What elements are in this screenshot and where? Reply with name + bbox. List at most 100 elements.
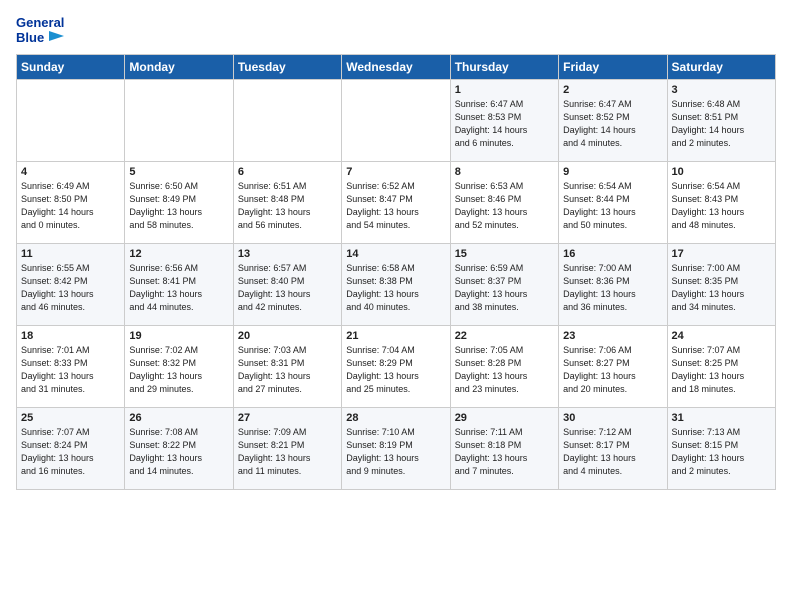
day-cell: 23 Sunrise: 7:06 AM Sunset: 8:27 PM Dayli… bbox=[559, 325, 667, 407]
day-info: Sunrise: 6:50 AM Sunset: 8:49 PM Dayligh… bbox=[129, 180, 228, 232]
day-number: 30 bbox=[563, 412, 662, 424]
day-number: 14 bbox=[346, 248, 445, 260]
week-row-1: 1 Sunrise: 6:47 AM Sunset: 8:53 PM Daylig… bbox=[17, 79, 776, 161]
day-cell: 2 Sunrise: 6:47 AM Sunset: 8:52 PM Daylig… bbox=[559, 79, 667, 161]
day-number: 11 bbox=[21, 248, 120, 260]
day-number: 5 bbox=[129, 166, 228, 178]
day-cell: 26Sunrise: 7:08 AM Sunset: 8:22 PM Dayli… bbox=[125, 407, 233, 489]
weekday-header-thursday: Thursday bbox=[450, 54, 558, 79]
day-number: 23 bbox=[563, 330, 662, 342]
logo-flag-icon bbox=[46, 31, 64, 45]
day-info: Sunrise: 7:03 AM Sunset: 8:31 PM Dayligh… bbox=[238, 344, 337, 396]
day-info: Sunrise: 6:58 AM Sunset: 8:38 PM Dayligh… bbox=[346, 262, 445, 314]
day-number: 12 bbox=[129, 248, 228, 260]
day-number: 3 bbox=[672, 84, 771, 96]
day-info: Sunrise: 7:04 AM Sunset: 8:29 PM Dayligh… bbox=[346, 344, 445, 396]
day-number: 2 bbox=[563, 84, 662, 96]
day-cell: 15 Sunrise: 6:59 AM Sunset: 8:37 PM Dayli… bbox=[450, 243, 558, 325]
day-cell: 21 Sunrise: 7:04 AM Sunset: 8:29 PM Dayli… bbox=[342, 325, 450, 407]
logo-graphic: General Blue bbox=[16, 16, 64, 46]
day-info: Sunrise: 7:05 AM Sunset: 8:28 PM Dayligh… bbox=[455, 344, 554, 396]
day-cell: 4Sunrise: 6:49 AM Sunset: 8:50 PM Daylig… bbox=[17, 161, 125, 243]
day-cell: 8Sunrise: 6:53 AM Sunset: 8:46 PM Daylig… bbox=[450, 161, 558, 243]
day-number: 21 bbox=[346, 330, 445, 342]
day-info: Sunrise: 7:13 AM Sunset: 8:15 PM Dayligh… bbox=[672, 426, 771, 478]
logo-text-general: General bbox=[16, 16, 64, 31]
day-number: 7 bbox=[346, 166, 445, 178]
day-cell: 31Sunrise: 7:13 AM Sunset: 8:15 PM Dayli… bbox=[667, 407, 775, 489]
day-cell: 27 Sunrise: 7:09 AM Sunset: 8:21 PM Dayli… bbox=[233, 407, 341, 489]
day-info: Sunrise: 6:52 AM Sunset: 8:47 PM Dayligh… bbox=[346, 180, 445, 232]
day-info: Sunrise: 7:10 AM Sunset: 8:19 PM Dayligh… bbox=[346, 426, 445, 478]
day-cell bbox=[342, 79, 450, 161]
day-info: Sunrise: 7:11 AM Sunset: 8:18 PM Dayligh… bbox=[455, 426, 554, 478]
day-cell: 17 Sunrise: 7:00 AM Sunset: 8:35 PM Dayli… bbox=[667, 243, 775, 325]
day-info: Sunrise: 6:54 AM Sunset: 8:43 PM Dayligh… bbox=[672, 180, 771, 232]
day-info: Sunrise: 6:48 AM Sunset: 8:51 PM Dayligh… bbox=[672, 98, 771, 150]
day-cell: 13 Sunrise: 6:57 AM Sunset: 8:40 PM Dayli… bbox=[233, 243, 341, 325]
day-info: Sunrise: 7:02 AM Sunset: 8:32 PM Dayligh… bbox=[129, 344, 228, 396]
day-number: 24 bbox=[672, 330, 771, 342]
weekday-header-sunday: Sunday bbox=[17, 54, 125, 79]
day-cell: 30 Sunrise: 7:12 AM Sunset: 8:17 PM Dayli… bbox=[559, 407, 667, 489]
day-number: 1 bbox=[455, 84, 554, 96]
day-info: Sunrise: 7:06 AM Sunset: 8:27 PM Dayligh… bbox=[563, 344, 662, 396]
day-cell: 10 Sunrise: 6:54 AM Sunset: 8:43 PM Dayli… bbox=[667, 161, 775, 243]
day-info: Sunrise: 7:01 AM Sunset: 8:33 PM Dayligh… bbox=[21, 344, 120, 396]
day-number: 17 bbox=[672, 248, 771, 260]
day-cell: 5 Sunrise: 6:50 AM Sunset: 8:49 PM Daylig… bbox=[125, 161, 233, 243]
day-info: Sunrise: 6:59 AM Sunset: 8:37 PM Dayligh… bbox=[455, 262, 554, 314]
day-number: 15 bbox=[455, 248, 554, 260]
day-info: Sunrise: 7:07 AM Sunset: 8:25 PM Dayligh… bbox=[672, 344, 771, 396]
day-cell: 1 Sunrise: 6:47 AM Sunset: 8:53 PM Daylig… bbox=[450, 79, 558, 161]
day-number: 29 bbox=[455, 412, 554, 424]
weekday-header-tuesday: Tuesday bbox=[233, 54, 341, 79]
day-info: Sunrise: 6:47 AM Sunset: 8:53 PM Dayligh… bbox=[455, 98, 554, 150]
day-info: Sunrise: 6:47 AM Sunset: 8:52 PM Dayligh… bbox=[563, 98, 662, 150]
day-info: Sunrise: 7:09 AM Sunset: 8:21 PM Dayligh… bbox=[238, 426, 337, 478]
day-cell bbox=[17, 79, 125, 161]
day-number: 18 bbox=[21, 330, 120, 342]
weekday-header-wednesday: Wednesday bbox=[342, 54, 450, 79]
week-row-5: 25 Sunrise: 7:07 AM Sunset: 8:24 PM Dayli… bbox=[17, 407, 776, 489]
day-cell: 14 Sunrise: 6:58 AM Sunset: 8:38 PM Dayli… bbox=[342, 243, 450, 325]
weekday-header-friday: Friday bbox=[559, 54, 667, 79]
day-info: Sunrise: 6:57 AM Sunset: 8:40 PM Dayligh… bbox=[238, 262, 337, 314]
day-number: 8 bbox=[455, 166, 554, 178]
day-number: 26 bbox=[129, 412, 228, 424]
day-info: Sunrise: 7:07 AM Sunset: 8:24 PM Dayligh… bbox=[21, 426, 120, 478]
day-number: 28 bbox=[346, 412, 445, 424]
day-number: 13 bbox=[238, 248, 337, 260]
calendar-container: General Blue SundayMondayTuesdayWednesda… bbox=[0, 0, 792, 500]
calendar-body: 1 Sunrise: 6:47 AM Sunset: 8:53 PM Daylig… bbox=[17, 79, 776, 489]
day-number: 9 bbox=[563, 166, 662, 178]
day-info: Sunrise: 6:55 AM Sunset: 8:42 PM Dayligh… bbox=[21, 262, 120, 314]
day-cell: 22Sunrise: 7:05 AM Sunset: 8:28 PM Dayli… bbox=[450, 325, 558, 407]
calendar-table: SundayMondayTuesdayWednesdayThursdayFrid… bbox=[16, 54, 776, 490]
header-row: General Blue bbox=[16, 16, 776, 46]
day-number: 10 bbox=[672, 166, 771, 178]
day-cell: 16Sunrise: 7:00 AM Sunset: 8:36 PM Dayli… bbox=[559, 243, 667, 325]
day-cell bbox=[233, 79, 341, 161]
day-cell: 3 Sunrise: 6:48 AM Sunset: 8:51 PM Daylig… bbox=[667, 79, 775, 161]
day-cell bbox=[125, 79, 233, 161]
day-number: 16 bbox=[563, 248, 662, 260]
day-cell: 20Sunrise: 7:03 AM Sunset: 8:31 PM Dayli… bbox=[233, 325, 341, 407]
day-cell: 9Sunrise: 6:54 AM Sunset: 8:44 PM Daylig… bbox=[559, 161, 667, 243]
day-number: 27 bbox=[238, 412, 337, 424]
logo: General Blue bbox=[16, 16, 64, 46]
weekday-header-row: SundayMondayTuesdayWednesdayThursdayFrid… bbox=[17, 54, 776, 79]
day-cell: 11 Sunrise: 6:55 AM Sunset: 8:42 PM Dayli… bbox=[17, 243, 125, 325]
weekday-header-saturday: Saturday bbox=[667, 54, 775, 79]
day-number: 25 bbox=[21, 412, 120, 424]
week-row-3: 11 Sunrise: 6:55 AM Sunset: 8:42 PM Dayli… bbox=[17, 243, 776, 325]
logo-text-blue: Blue bbox=[16, 31, 64, 46]
day-cell: 7 Sunrise: 6:52 AM Sunset: 8:47 PM Daylig… bbox=[342, 161, 450, 243]
day-info: Sunrise: 6:51 AM Sunset: 8:48 PM Dayligh… bbox=[238, 180, 337, 232]
day-cell: 19Sunrise: 7:02 AM Sunset: 8:32 PM Dayli… bbox=[125, 325, 233, 407]
day-info: Sunrise: 7:12 AM Sunset: 8:17 PM Dayligh… bbox=[563, 426, 662, 478]
day-number: 6 bbox=[238, 166, 337, 178]
day-cell: 6 Sunrise: 6:51 AM Sunset: 8:48 PM Daylig… bbox=[233, 161, 341, 243]
day-info: Sunrise: 6:49 AM Sunset: 8:50 PM Dayligh… bbox=[21, 180, 120, 232]
day-info: Sunrise: 7:00 AM Sunset: 8:35 PM Dayligh… bbox=[672, 262, 771, 314]
